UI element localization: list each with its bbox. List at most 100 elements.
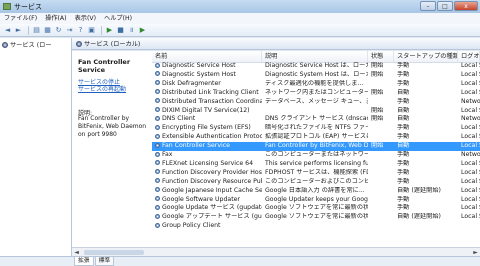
cell-description-text: Fan Controller by BitFenix, Web Dae... xyxy=(265,142,368,150)
console-tree-icon[interactable]: ▤ xyxy=(32,26,41,35)
menu-view[interactable]: 表示(V) xyxy=(71,13,100,24)
table-row[interactable]: Distributed Transaction Coordinator データベー… xyxy=(152,98,480,107)
properties-icon[interactable]: ▣ xyxy=(87,26,96,35)
cell-name-text: FLEXnet Licensing Service 64 xyxy=(162,159,254,167)
cell-name: Google Update サービス (gupdatem) xyxy=(152,204,262,213)
cell-name: Group Policy Client xyxy=(152,222,262,231)
cell-startup-type-text: 自動 xyxy=(397,106,410,114)
service-gear-icon xyxy=(155,169,160,175)
cell-startup-type: 手動 xyxy=(394,98,458,107)
cell-name-text: Diagnostic Service Host xyxy=(162,62,236,69)
help-icon[interactable]: ? xyxy=(76,26,85,35)
restart-service-link[interactable]: サービスの再起動 xyxy=(78,84,126,93)
table-row[interactable]: Diagnostic System Host Diagnostic System … xyxy=(152,71,480,80)
stop-service-icon[interactable]: ■ xyxy=(116,26,125,35)
cell-startup-type: 自動 (遅延開始) xyxy=(394,187,458,196)
cell-name-text: Diagnostic System Host xyxy=(162,70,236,78)
refresh-icon[interactable]: ↻ xyxy=(54,26,63,35)
service-gear-icon xyxy=(155,107,160,112)
col-logon-header[interactable]: ログオン xyxy=(458,51,480,62)
cell-status xyxy=(368,98,394,107)
table-row[interactable]: Extensible Authentication Protocol 拡張認証プロ… xyxy=(152,133,480,142)
table-row[interactable]: DNS Client DNS クライアント サービス (dnscach...開始 自… xyxy=(152,115,480,124)
cell-name: Disk Defragmenter xyxy=(152,80,262,89)
col-startup-type-header[interactable]: スタートアップの種類 xyxy=(394,51,458,62)
cell-description: Google ソフトウェアを常に最新の状... xyxy=(262,213,368,222)
gear-icon xyxy=(76,40,82,47)
cell-description-text: Google ソフトウェアを常に最新の状... xyxy=(265,213,368,221)
col-status-header[interactable]: 状態 xyxy=(368,51,394,62)
table-row[interactable]: Disk Defragmenter ディスク最適化の機能を提供しま... 手動 Loc… xyxy=(152,80,480,89)
cell-startup-type: 自動 xyxy=(394,142,458,151)
cell-logon: Local Sy xyxy=(458,187,480,196)
start-service-icon[interactable]: ▶ xyxy=(105,26,114,35)
table-row[interactable]: Function Discovery Resource Public...このコ… xyxy=(152,178,480,187)
description-text: Fan Controller by BitFenix, Web Daemon o… xyxy=(78,115,147,138)
table-row[interactable]: Group Policy Client xyxy=(152,222,480,231)
table-row[interactable]: Google Software Updater Google Updater ke… xyxy=(152,196,480,205)
cell-description-text: 暗号化されたファイルを NTFS ファイ... xyxy=(265,124,368,132)
menu-action[interactable]: 操作(A) xyxy=(41,13,70,24)
table-row[interactable]: Google アップデート サービス (gupd...Google ソフトウェア… xyxy=(152,213,480,222)
cell-name-text: Google Japanese Input Cache Service xyxy=(162,186,262,194)
cell-name: Function Discovery Resource Public... xyxy=(152,178,262,187)
col-name-header[interactable]: 名前 xyxy=(152,51,262,62)
table-row[interactable]: Fan Controller Service Fan Controller by … xyxy=(152,142,480,151)
back-arrow-icon[interactable]: ◄ xyxy=(3,26,12,35)
pause-service-icon[interactable]: ॥ xyxy=(127,26,136,35)
services-app-icon xyxy=(3,3,11,10)
service-gear-icon xyxy=(155,124,160,130)
toolbar: ◄ ► ▤ ▦ ↻ ⇥ ? ▣ ▶ ■ ॥ ▶ xyxy=(0,24,480,37)
cell-status-text: 開始 xyxy=(371,106,384,114)
table-row[interactable]: Diagnostic Service Host Diagnostic Servic… xyxy=(152,62,480,71)
cell-name-text: Fan Controller Service xyxy=(162,142,230,150)
cell-startup-type-text: 手動 xyxy=(397,151,410,158)
table-row[interactable]: Function Discovery Provider Host FDPHOST … xyxy=(152,169,480,178)
table-row[interactable]: Google Japanese Input Cache ServiceGoogl… xyxy=(152,187,480,196)
menu-help[interactable]: ヘルプ(H) xyxy=(100,13,136,24)
cell-description: 暗号化されたファイルを NTFS ファイ... xyxy=(262,124,368,133)
cell-name-text: Google Update サービス (gupdatem) xyxy=(162,204,262,212)
services-table: 名前 説明 状態 スタートアップの種類 ログオン Diagnostic Serv… xyxy=(152,51,480,247)
cell-logon-text: Local Sy xyxy=(461,106,480,114)
cell-description: Google ソフトウェアを常に最新の状... xyxy=(262,204,368,213)
col-description-header[interactable]: 説明 xyxy=(262,51,368,62)
table-row[interactable]: Fax このコンピューターまたはネットワー... 手動 Networ... xyxy=(152,151,480,160)
export-list-icon[interactable]: ⇥ xyxy=(65,26,74,35)
cell-name: Google アップデート サービス (gupd... xyxy=(152,213,262,222)
cell-startup-type-text: 手動 xyxy=(397,168,410,176)
restart-service-icon[interactable]: ▶ xyxy=(138,26,147,35)
cell-name-text: DIXIM Digital TV Service(12) xyxy=(162,106,250,114)
cell-status xyxy=(368,204,394,213)
cell-logon: Local Sy xyxy=(458,204,480,213)
service-gear-icon xyxy=(155,213,160,219)
cell-status xyxy=(368,133,394,142)
table-row[interactable]: Google Update サービス (gupdatem)Google ソフトウ… xyxy=(152,204,480,213)
table-row[interactable]: Encrypting File System (EFS) 暗号化されたファイルを … xyxy=(152,124,480,133)
cell-status xyxy=(368,160,394,169)
table-row[interactable]: DIXIM Digital TV Service(12) 開始 自動 Local Sy xyxy=(152,107,480,116)
cell-startup-type: 自動 xyxy=(394,115,458,124)
scroll-thumb[interactable] xyxy=(84,250,144,255)
menu-file[interactable]: ファイル(F) xyxy=(0,13,41,24)
cell-description-text: FDPHOST サービスは、機能探索 (FD)... xyxy=(265,168,368,176)
service-gear-icon xyxy=(155,62,160,68)
table-row[interactable]: FLEXnet Licensing Service 64 This service… xyxy=(152,160,480,169)
close-button[interactable]: x xyxy=(454,1,478,11)
cell-status-text: 開始 xyxy=(371,62,384,69)
maximize-button[interactable]: □ xyxy=(437,1,453,11)
service-gear-icon xyxy=(155,196,160,201)
forward-arrow-icon[interactable]: ► xyxy=(14,26,23,35)
cell-status xyxy=(368,178,394,187)
cell-startup-type-text: 手動 xyxy=(397,70,410,78)
cell-status-text: 開始 xyxy=(371,70,384,78)
table-row[interactable]: Distributed Link Tracking Client ネットワーク内ま… xyxy=(152,89,480,98)
cell-startup-type-text: 手動 xyxy=(397,97,410,105)
view-list-icon[interactable]: ▦ xyxy=(43,26,52,35)
minimize-button[interactable]: – xyxy=(420,1,436,11)
cell-name: Diagnostic System Host xyxy=(152,71,262,80)
cell-description-text: Google 日本語入力 の辞書を常に... xyxy=(265,186,365,194)
cell-logon-text: Local Sy xyxy=(461,213,480,221)
cell-name: DIXIM Digital TV Service(12) xyxy=(152,107,262,116)
tree-node-services-local[interactable]: サービス (ロー xyxy=(2,40,52,49)
